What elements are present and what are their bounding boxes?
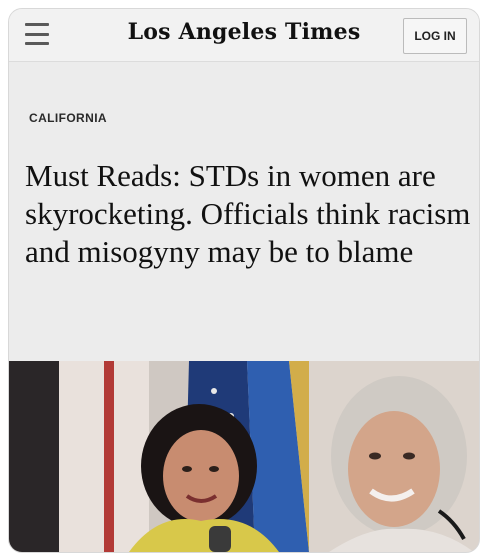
screenshot-card: Los Angeles Times LOG IN CALIFORNIA Must…: [8, 8, 480, 553]
site-header: Los Angeles Times LOG IN: [9, 9, 479, 62]
section-label[interactable]: CALIFORNIA: [29, 111, 107, 125]
article-photo[interactable]: [9, 361, 479, 552]
article-headline[interactable]: Must Reads: STDs in women are skyrocketi…: [25, 157, 475, 271]
login-button[interactable]: LOG IN: [403, 18, 467, 54]
